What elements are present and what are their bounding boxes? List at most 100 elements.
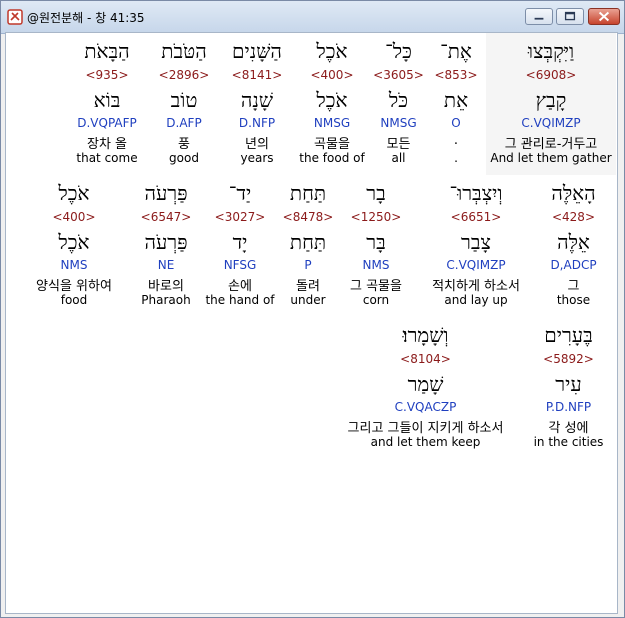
korean-gloss: 풍 xyxy=(178,137,190,152)
hebrew-root: בָּר xyxy=(366,230,386,254)
hebrew-word: יַד־ xyxy=(228,181,252,205)
hebrew-word: כָּל־ xyxy=(385,39,412,63)
hebrew-root: שָׁנָה xyxy=(240,88,274,112)
korean-gloss: 바로의 xyxy=(148,279,184,294)
parse-code: NMSG xyxy=(313,116,351,130)
parse-code: NMS xyxy=(60,258,88,272)
word-block[interactable]: הַבָּאֹת <935> בּוֹא D.VQPAFP 장차 올 that … xyxy=(68,33,146,175)
hebrew-word: אֹכֶל xyxy=(58,181,90,205)
korean-gloss: 양식을 위하여 xyxy=(36,279,112,294)
parse-code: C.VQIMZP xyxy=(521,116,581,130)
english-gloss: in the cities xyxy=(533,435,604,449)
word-block[interactable]: כָּל־ <3605> כֹּל NMSG 모든 all xyxy=(366,33,431,175)
strong-number: <5892> xyxy=(543,352,594,366)
hebrew-word: פַּרְעֹה xyxy=(144,181,188,205)
word-block[interactable]: בָר <1250> בָּר NMS 그 곡물을 corn xyxy=(340,175,412,317)
english-gloss: years xyxy=(240,151,274,165)
hebrew-root: אֵת xyxy=(443,88,469,112)
app-window: @원전분해 - 창 41:35 וַיִּקְבְּצוּ <6908> קָב… xyxy=(0,0,625,618)
english-gloss: under xyxy=(290,293,326,307)
strong-number: <428> xyxy=(551,210,595,224)
strong-number: <853> xyxy=(434,68,478,82)
korean-gloss: 손에 xyxy=(228,279,252,294)
minimize-button[interactable] xyxy=(525,8,553,25)
strong-number: <400> xyxy=(310,68,354,82)
strong-number: <3027> xyxy=(214,210,266,224)
english-gloss: the hand of xyxy=(205,293,275,307)
english-gloss: and let them keep xyxy=(370,435,481,449)
hebrew-root: יָד xyxy=(232,230,248,254)
strong-number: <6908> xyxy=(525,68,577,82)
parse-code: NMSG xyxy=(380,116,417,130)
strong-number: <400> xyxy=(52,210,96,224)
strong-number: <6651> xyxy=(450,210,502,224)
hebrew-word: וְיִצְבְּרוּ־ xyxy=(449,181,503,205)
english-gloss: food xyxy=(60,293,88,307)
strong-number: <935> xyxy=(85,68,129,82)
hebrew-root: עִיר xyxy=(555,372,582,396)
hebrew-root: אֹכֶל xyxy=(58,230,90,254)
korean-gloss: 곡물을 xyxy=(314,137,350,152)
word-block[interactable]: פַּרְעֹה <6547> פַּרְעֹה NE 바로의 Pharaoh xyxy=(131,175,201,317)
hebrew-word: אֹכֶל xyxy=(316,39,348,63)
korean-gloss: 모든 xyxy=(386,137,411,152)
word-block[interactable]: הָאֵלֶּה <428> אֵלֶּה D,ADCP 그 those xyxy=(541,175,606,317)
word-block[interactable]: יַד־ <3027> יָד NFSG 손에 the hand of xyxy=(204,175,276,317)
parse-code: D.VQPAFP xyxy=(77,116,137,130)
title-bar[interactable]: @원전분해 - 창 41:35 xyxy=(1,1,624,34)
close-button[interactable] xyxy=(588,8,620,25)
hebrew-root: כֹּל xyxy=(388,88,409,112)
word-block[interactable]: וַיִּקְבְּצוּ <6908> קָבַץ C.VQIMZP 그 관리… xyxy=(486,33,616,175)
app-icon xyxy=(7,9,23,25)
parse-code: C.VQACZP xyxy=(394,400,457,414)
strong-number: <1250> xyxy=(350,210,402,224)
korean-gloss: 그 xyxy=(567,279,580,294)
word-block[interactable]: הַשָּׁנִים <8141> שָׁנָה D.NFP 년의 years xyxy=(221,33,293,175)
word-block[interactable]: הַטֹּבֹת <2896> טוֹב D.AFP 풍 good xyxy=(148,33,220,175)
strong-number: <3605> xyxy=(373,68,424,82)
parse-code: NFSG xyxy=(223,258,257,272)
hebrew-word: הָאֵלֶּה xyxy=(551,181,596,205)
english-gloss: that come xyxy=(76,151,138,165)
korean-gloss: 그 곡물을 xyxy=(350,279,402,294)
close-icon xyxy=(598,11,610,22)
hebrew-root: פַּרְעֹה xyxy=(144,230,188,254)
maximize-button[interactable] xyxy=(556,8,584,25)
strong-number: <8478> xyxy=(282,210,334,224)
strong-number: <6547> xyxy=(140,210,192,224)
korean-gloss: . xyxy=(453,133,459,148)
korean-gloss: 돌려 xyxy=(296,279,320,294)
strong-number: <8141> xyxy=(231,68,283,82)
english-gloss: And let them gather xyxy=(490,151,612,165)
korean-gloss: 각 성에 xyxy=(548,421,589,436)
word-block[interactable]: אֶת־ <853> אֵת O . . xyxy=(426,33,486,175)
korean-gloss: 장차 올 xyxy=(86,137,127,152)
hebrew-root: צָבַר xyxy=(461,230,491,254)
english-gloss: corn xyxy=(362,293,390,307)
english-gloss: and lay up xyxy=(444,293,508,307)
english-gloss: Pharaoh xyxy=(141,293,191,307)
hebrew-word: בָר xyxy=(366,181,386,205)
strong-number: <8104> xyxy=(400,352,451,366)
analysis-panel: וַיִּקְבְּצוּ <6908> קָבַץ C.VQIMZP 그 관리… xyxy=(5,32,618,614)
parse-code: P xyxy=(304,258,312,272)
parse-code: D,ADCP xyxy=(550,258,597,272)
word-block[interactable]: וְיִצְבְּרוּ־ <6651> צָבַר C.VQIMZP 적치하게… xyxy=(416,175,536,317)
word-block[interactable]: תַּחַת <8478> תַּחַת P 돌려 under xyxy=(278,175,338,317)
hebrew-word: הַשָּׁנִים xyxy=(232,39,282,63)
word-block[interactable]: וְשָׁמָרוּ׃ <8104> שָׁמַר C.VQACZP 그리고 그… xyxy=(328,317,523,459)
word-block[interactable]: בֶּעָרִים <5892> עִיר P.D.NFP 각 성에 in th… xyxy=(531,317,606,459)
english-gloss: all xyxy=(391,151,406,165)
korean-gloss: 년의 xyxy=(245,137,269,152)
hebrew-word: תַּחַת xyxy=(289,181,327,205)
korean-gloss: 그 관리로-거두고 xyxy=(504,137,598,152)
hebrew-root: אֹכֶל xyxy=(316,88,348,112)
parse-code: D.NFP xyxy=(238,116,276,130)
parse-code: D.AFP xyxy=(166,116,202,130)
english-gloss: . xyxy=(454,151,458,165)
word-block[interactable]: אֹכֶל <400> אֹכֶל NMSG 곡물을 the food of xyxy=(296,33,368,175)
maximize-icon xyxy=(564,11,576,21)
parse-code: NE xyxy=(157,258,175,272)
minimize-icon xyxy=(534,17,544,20)
word-block[interactable]: אֹכֶל <400> אֹכֶל NMS 양식을 위하여 food xyxy=(24,175,124,317)
